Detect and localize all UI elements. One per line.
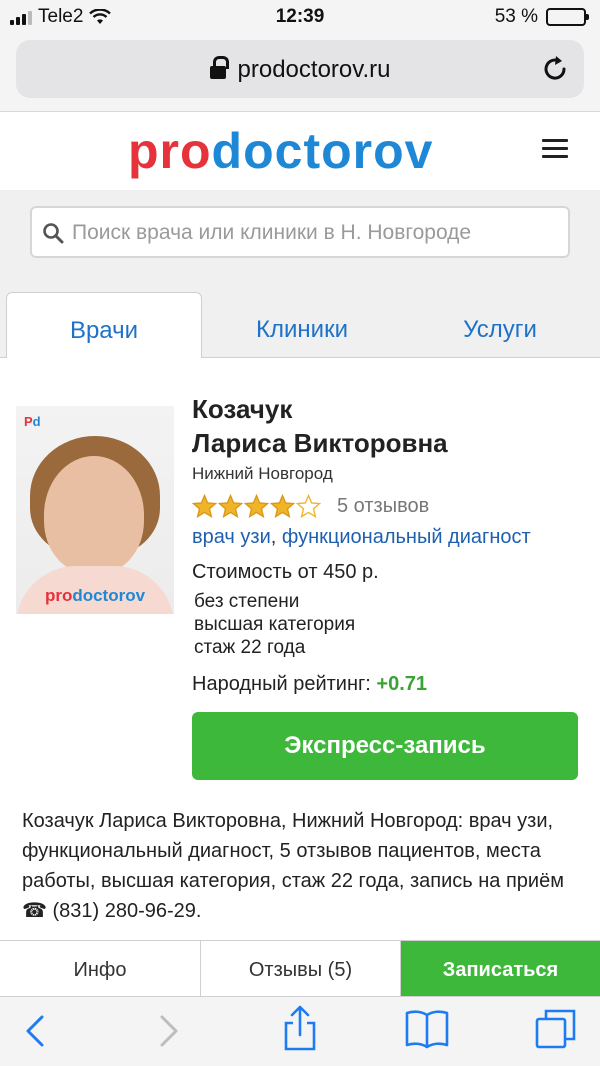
back-icon[interactable] <box>22 1011 48 1051</box>
tab-clinics[interactable]: Клиники <box>202 292 402 358</box>
share-icon[interactable] <box>280 1005 320 1053</box>
browser-address-area: prodoctorov.ru <box>0 34 600 112</box>
reload-icon[interactable] <box>540 54 570 84</box>
star-filled-icon <box>270 493 295 518</box>
site-logo[interactable]: prodoctorov <box>128 122 433 180</box>
doctor-experience: стаж 22 года <box>194 637 306 658</box>
search-icon <box>43 223 64 244</box>
star-filled-icon <box>218 493 243 518</box>
doctor-photo[interactable]: Pd prodoctorov <box>16 406 174 614</box>
doctor-cost: Стоимость от 450 р. <box>192 561 379 583</box>
reviews-link[interactable]: 5 отзывов <box>337 495 429 518</box>
lock-icon <box>209 56 229 79</box>
search-box <box>30 206 570 258</box>
folk-rating-value: +0.71 <box>376 673 428 695</box>
profile-tabs: Инфо Отзывы (5) Записаться <box>0 940 600 997</box>
browser-toolbar <box>0 996 600 1066</box>
book-appointment-button[interactable]: Записаться <box>401 941 600 997</box>
battery-percent: 53 % <box>494 6 538 27</box>
search-input[interactable] <box>72 216 562 250</box>
doctor-given-names[interactable]: Лариса Викторовна <box>192 426 592 460</box>
status-bar: Tele2 12:39 53 % <box>0 0 600 34</box>
doctor-specialties: врач узи, функциональный диагност <box>192 526 531 548</box>
star-filled-icon <box>192 493 217 518</box>
menu-icon[interactable] <box>542 139 568 159</box>
star-empty-icon <box>296 493 321 518</box>
doctor-category: высшая категория <box>194 614 356 635</box>
address-bar[interactable]: prodoctorov.ru <box>16 40 584 98</box>
folk-rating: Народный рейтинг: +0.71 <box>192 673 428 695</box>
doctor-degree: без степени <box>194 591 300 612</box>
specialty-link[interactable]: врач узи <box>192 526 271 548</box>
category-tabs: Врачи Клиники Услуги <box>0 292 600 359</box>
specialty-link[interactable]: функциональный диагност <box>282 526 531 548</box>
battery-icon <box>546 8 589 26</box>
doctor-description: Козачук Лариса Викторовна, Нижний Новгор… <box>22 810 564 922</box>
tabs-icon[interactable] <box>534 1007 578 1051</box>
site-header: prodoctorov <box>0 112 600 190</box>
tab-reviews[interactable]: Отзывы (5) <box>201 941 401 997</box>
express-booking-button[interactable]: Экспресс-запись <box>192 712 578 780</box>
url-text: prodoctorov.ru <box>237 56 391 83</box>
doctor-card: Pd prodoctorov Козачук Лариса Викторовна… <box>0 358 600 798</box>
bookmarks-icon[interactable] <box>404 1007 450 1049</box>
tab-doctors[interactable]: Врачи <box>6 292 202 359</box>
search-area: Врачи Клиники Услуги <box>0 190 600 359</box>
doctor-surname[interactable]: Козачук <box>192 392 592 426</box>
doctor-city: Нижний Новгород <box>192 464 333 483</box>
tab-services[interactable]: Услуги <box>400 292 600 358</box>
star-filled-icon <box>244 493 269 518</box>
tab-info[interactable]: Инфо <box>0 941 201 997</box>
forward-icon[interactable] <box>156 1011 182 1051</box>
badge-logo: Pd <box>24 414 41 429</box>
doctor-info: Козачук Лариса Викторовна Нижний Новгоро… <box>192 392 592 696</box>
rating-stars <box>192 493 321 519</box>
photo-watermark: prodoctorov <box>44 586 146 605</box>
